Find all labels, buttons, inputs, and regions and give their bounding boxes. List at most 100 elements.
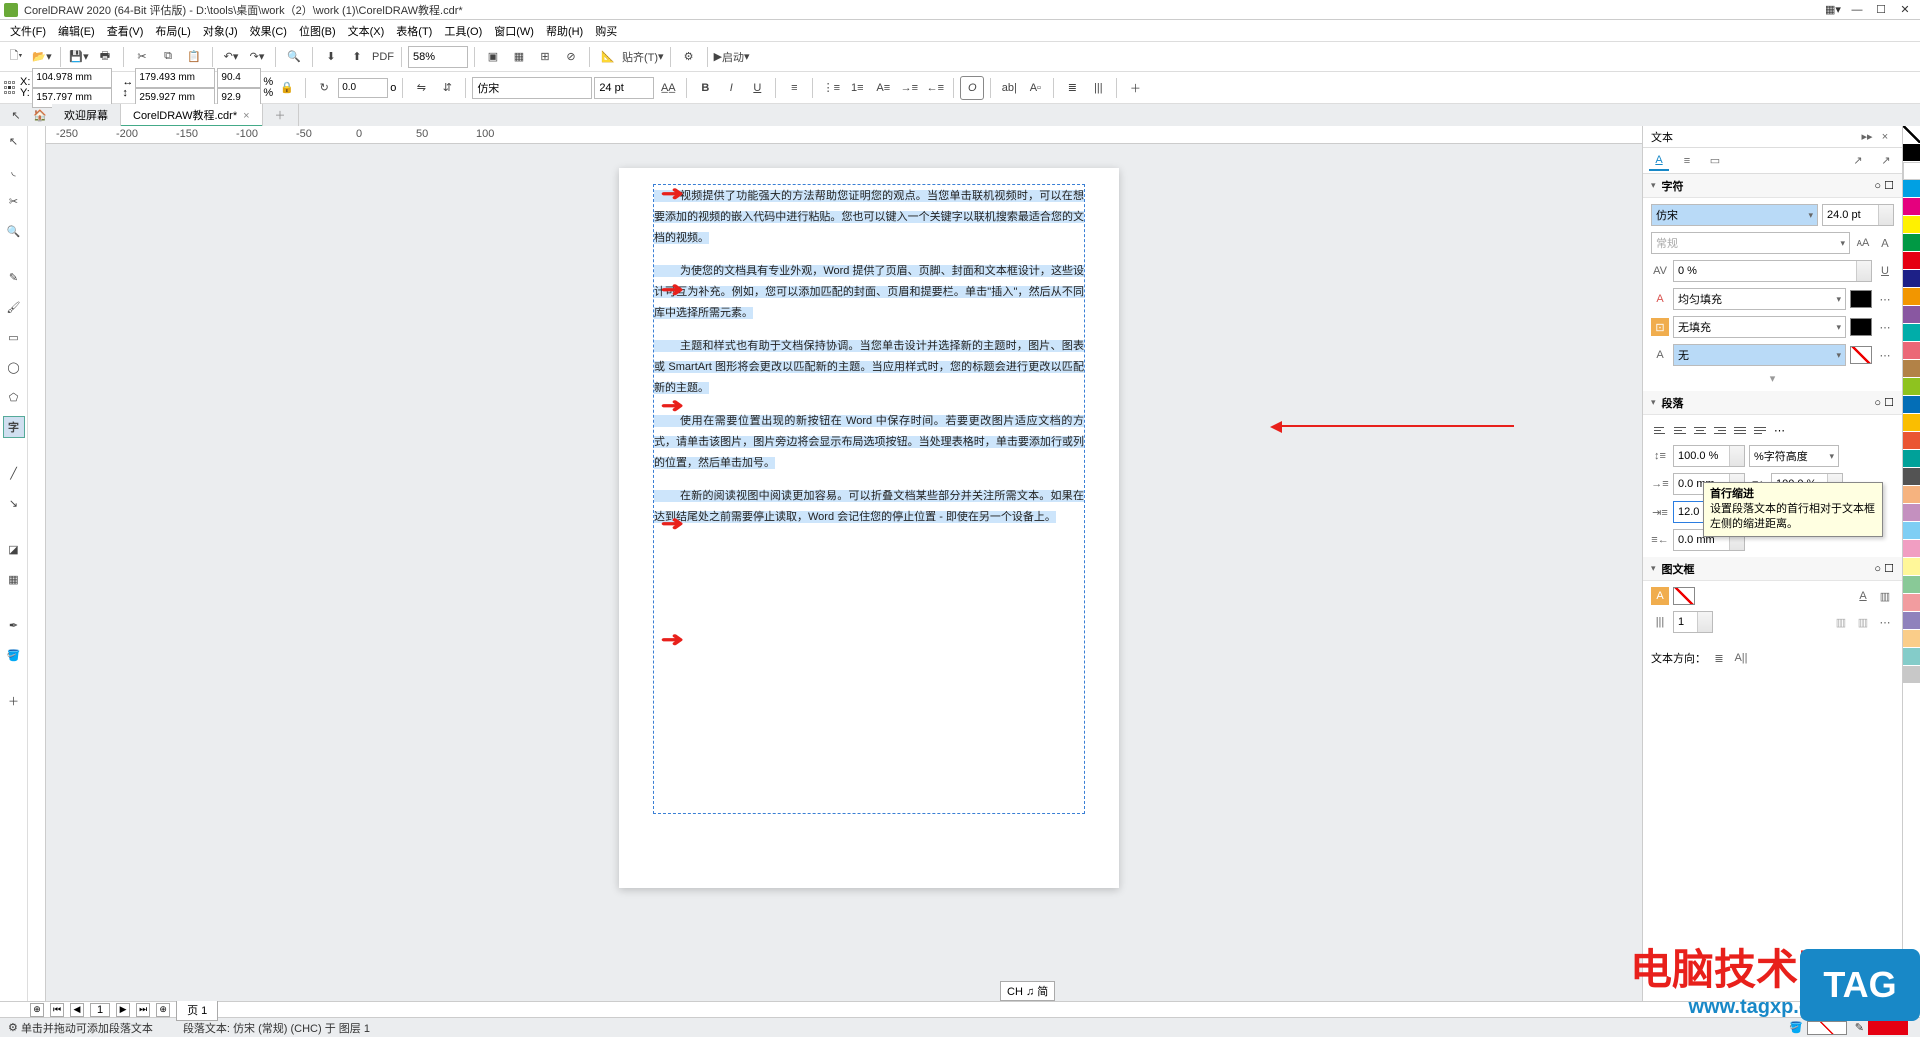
fill-type-select[interactable]: 均匀填充 <box>1673 288 1846 310</box>
opentype-button[interactable]: O <box>960 76 984 100</box>
color-swatch[interactable] <box>1903 648 1920 666</box>
expand-char-icon[interactable]: ▾ <box>1651 372 1894 385</box>
align-justify-button[interactable] <box>1731 421 1749 439</box>
canvas-area[interactable]: -250 -200 -150 -100 -50 0 50 100 ➜ ➜ ➜ ➜… <box>46 126 1642 1001</box>
cut-button[interactable]: ✂ <box>130 45 154 69</box>
home-icon[interactable]: 🏠 <box>28 103 52 127</box>
outline-more-icon[interactable]: ⋯ <box>1876 318 1894 336</box>
sx-input[interactable] <box>217 68 261 88</box>
undo-button[interactable]: ↶▾ <box>219 45 243 69</box>
section-paragraph[interactable]: 段落○ ☐ <box>1643 391 1902 415</box>
color-swatch[interactable] <box>1903 594 1920 612</box>
direction-v-button[interactable]: A|| <box>1732 649 1750 667</box>
color-swatch[interactable] <box>1903 486 1920 504</box>
section-character[interactable]: 字符○ ☐ <box>1643 174 1902 198</box>
align-right-button[interactable] <box>1711 421 1729 439</box>
save-button[interactable]: 💾▾ <box>67 45 91 69</box>
menu-file[interactable]: 文件(F) <box>4 21 52 41</box>
parallel-dim-tool[interactable]: ╱ <box>3 462 25 484</box>
gear-icon[interactable]: ⚙ <box>8 1021 18 1034</box>
tab-close-icon[interactable]: × <box>243 110 249 122</box>
font-select[interactable]: 仿宋 <box>472 77 592 99</box>
options-button[interactable]: ⚙ <box>677 45 701 69</box>
grid-button[interactable]: ▦ <box>507 45 531 69</box>
import-button[interactable]: ⬇ <box>319 45 343 69</box>
fill-tool[interactable]: 🪣 <box>3 644 25 666</box>
numbering-button[interactable]: 1≡ <box>845 76 869 100</box>
direction-h-button[interactable]: ≣ <box>1710 649 1728 667</box>
color-swatch[interactable] <box>1903 216 1920 234</box>
bullets-button[interactable]: ⋮≡ <box>819 76 843 100</box>
page-prev-button[interactable]: ◀ <box>70 1003 84 1017</box>
tab-add[interactable]: ＋ <box>263 104 299 126</box>
x-input[interactable] <box>32 68 112 88</box>
kerning-input[interactable]: 0 % <box>1673 260 1872 282</box>
outline-color-swatch[interactable] <box>1850 318 1872 336</box>
menu-bitmap[interactable]: 位图(B) <box>293 21 342 41</box>
indent-dec-button[interactable]: ←≡ <box>923 76 947 100</box>
color-swatch[interactable] <box>1903 234 1920 252</box>
crop-tool[interactable]: ✂ <box>3 190 25 212</box>
paragraph-text[interactable]: 视频提供了功能强大的方法帮助您证明您的观点。当您单击联机视频时，可以在想要添加的… <box>654 190 1084 244</box>
underline-button[interactable]: U <box>745 76 769 100</box>
w-input[interactable] <box>135 68 215 88</box>
underline-icon[interactable]: U <box>1876 262 1894 280</box>
linespace-input[interactable]: 100.0 % <box>1673 445 1745 467</box>
char-tab-icon[interactable]: A <box>1649 151 1669 171</box>
artistic-media-tool[interactable]: 🖌 <box>3 296 25 318</box>
page-tab[interactable]: 页 1 <box>176 999 218 1021</box>
all-caps-icon[interactable]: Ａ <box>1876 234 1894 252</box>
color-swatch[interactable] <box>1903 144 1920 162</box>
fill-more-icon[interactable]: ⋯ <box>1876 290 1894 308</box>
align-full-button[interactable] <box>1751 421 1769 439</box>
connector-tool[interactable]: ↘ <box>3 492 25 514</box>
menu-window[interactable]: 窗口(W) <box>488 21 540 41</box>
font-family-select[interactable]: 仿宋 <box>1651 204 1818 226</box>
menu-buy[interactable]: 购买 <box>589 21 623 41</box>
page-add2-button[interactable]: ⊕ <box>156 1003 170 1017</box>
align-button[interactable]: ≡ <box>782 76 806 100</box>
eyedropper-tool[interactable]: ✒ <box>3 614 25 636</box>
ellipse-tool[interactable]: ◯ <box>3 356 25 378</box>
frame-align-icon[interactable]: A <box>1854 587 1872 605</box>
rectangle-tool[interactable]: ▭ <box>3 326 25 348</box>
shape-tool[interactable]: ◟ <box>3 160 25 182</box>
pick-tool-icon[interactable]: ↖ <box>4 103 28 127</box>
mirror-v-button[interactable]: ⇵ <box>435 76 459 100</box>
new-doc-button[interactable]: 🗋▾ <box>4 45 28 69</box>
color-swatch[interactable] <box>1903 396 1920 414</box>
frame-tab-icon[interactable]: ▭ <box>1705 151 1725 171</box>
redo-button[interactable]: ↷▾ <box>245 45 269 69</box>
menu-text[interactable]: 文本(X) <box>342 21 391 41</box>
bold-button[interactable]: B <box>693 76 717 100</box>
indent-inc-button[interactable]: →≡ <box>897 76 921 100</box>
search-button[interactable]: 🔍 <box>282 45 306 69</box>
color-swatch[interactable] <box>1903 414 1920 432</box>
page-last-button[interactable]: ⏭ <box>136 1003 150 1017</box>
color-swatch[interactable] <box>1903 540 1920 558</box>
color-swatch[interactable] <box>1903 198 1920 216</box>
para-tab-icon[interactable]: ≡ <box>1677 151 1697 171</box>
color-swatch[interactable] <box>1903 324 1920 342</box>
popout-icon[interactable]: ↗ <box>1848 151 1868 171</box>
zoom-select[interactable]: 58% <box>408 46 468 68</box>
align-left-button[interactable] <box>1671 421 1689 439</box>
frame-fill-icon[interactable]: A <box>1651 587 1669 605</box>
color-swatch[interactable] <box>1903 558 1920 576</box>
zoom-tool[interactable]: 🔍 <box>3 220 25 242</box>
menu-table[interactable]: 表格(T) <box>390 21 438 41</box>
menu-tools[interactable]: 工具(O) <box>438 21 488 41</box>
color-swatch[interactable] <box>1903 360 1920 378</box>
open-button[interactable]: 📂▾ <box>30 45 54 69</box>
menu-view[interactable]: 查看(V) <box>101 21 150 41</box>
font-size-input[interactable]: 24.0 pt <box>1822 204 1894 226</box>
paragraph-text[interactable]: 为使您的文档具有专业外观，Word 提供了页眉、页脚、封面和文本框设计，这些设计… <box>654 265 1084 319</box>
text-direction-h-button[interactable]: ≣ <box>1060 76 1084 100</box>
italic-button[interactable]: I <box>719 76 743 100</box>
tab-document[interactable]: CorelDRAW教程.cdr*× <box>121 104 263 126</box>
dropshadow-tool[interactable]: ◪ <box>3 538 25 560</box>
launcher-button[interactable]: ▶ 启动▾ <box>714 45 750 69</box>
font-style-select[interactable]: 常规 <box>1651 232 1850 254</box>
docker-close-icon[interactable]: × <box>1876 128 1894 146</box>
color-swatch[interactable] <box>1903 342 1920 360</box>
